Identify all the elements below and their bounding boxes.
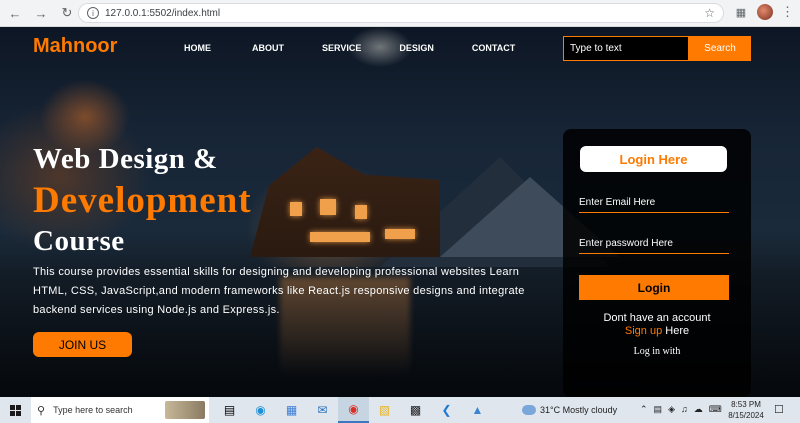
forward-icon[interactable]: → (30, 2, 52, 24)
taskbar-search[interactable]: ⚲ Type here to search (31, 397, 209, 423)
nav-contact[interactable]: CONTACT (472, 43, 515, 53)
store-icon[interactable]: ▦ (276, 397, 307, 423)
hero-description: This course provides essential skills fo… (33, 266, 525, 316)
page-viewport: Mahnoor HOME ABOUT SERVICE DESIGN CONTAC… (0, 27, 800, 397)
mail-icon[interactable]: ✉ (307, 397, 338, 423)
search-bar: Search (563, 36, 751, 61)
start-button[interactable] (0, 397, 30, 423)
email-field[interactable] (579, 193, 729, 213)
search-input[interactable] (563, 36, 689, 61)
nav-design[interactable]: DESIGN (399, 43, 434, 53)
taskbar-search-placeholder: Type here to search (53, 405, 133, 415)
edge-icon[interactable]: ◉ (245, 397, 276, 423)
url-text: 127.0.0.1:5502/index.html (105, 7, 221, 19)
notification-icon[interactable]: ☐ (774, 403, 784, 416)
cloud-icon (522, 405, 536, 415)
onedrive-icon[interactable]: ☁ (694, 404, 703, 415)
hero-title-line2: Development (33, 180, 252, 221)
volume-icon[interactable]: ♫ (681, 404, 688, 415)
reload-icon[interactable]: ↻ (56, 2, 78, 24)
extensions-icon[interactable]: ▦ (733, 4, 749, 20)
site-logo[interactable]: Mahnoor (33, 35, 117, 58)
system-tray: ⌃ ▤ ◈ ♫ ☁ ⌨ (640, 404, 722, 415)
windows-logo-icon (9, 404, 21, 416)
clock-time: 8:53 PM (731, 400, 761, 409)
signup-suffix: Here (662, 325, 690, 337)
signup-link[interactable]: Sign up (625, 325, 662, 337)
login-form: Login Here Login Dont have an account Si… (563, 129, 751, 397)
signup-prompt: Dont have an account Sign up Here (563, 312, 751, 338)
hero-title-line3: Course (33, 225, 125, 257)
address-bar[interactable]: i 127.0.0.1:5502/index.html ☆ (78, 3, 724, 23)
browser-menu-icon[interactable]: ⋮ (781, 4, 794, 20)
back-icon[interactable]: ← (4, 2, 26, 24)
keyboard-icon[interactable]: ⌨ (709, 404, 722, 415)
no-account-text: Dont have an account (603, 312, 711, 324)
photos-icon[interactable]: ▲ (462, 397, 493, 423)
search-highlight-image (165, 401, 205, 419)
chrome-icon[interactable]: ◉ (338, 397, 369, 423)
site-info-icon[interactable]: i (87, 7, 99, 19)
browser-toolbar: ← → ↻ i 127.0.0.1:5502/index.html ☆ ▦ ⋮ (0, 0, 800, 27)
nav-home[interactable]: HOME (184, 43, 211, 53)
nav-service[interactable]: SERVICE (322, 43, 361, 53)
weather-desc: Mostly cloudy (562, 405, 618, 415)
task-view-icon[interactable]: ▤ (214, 397, 245, 423)
clock-date: 8/15/2024 (728, 411, 764, 420)
login-button[interactable]: Login (579, 275, 729, 300)
search-button[interactable]: Search (689, 36, 751, 61)
join-us-button[interactable]: JOIN US (33, 332, 132, 357)
taskbar-clock[interactable]: 8:53 PM 8/15/2024 (724, 399, 768, 421)
weather-temp: 31°C (540, 405, 561, 415)
network-icon[interactable]: ▤ (654, 404, 663, 415)
weather-widget[interactable]: 31°C Mostly cloudy (522, 397, 617, 423)
terminal-icon[interactable]: ▩ (400, 397, 431, 423)
taskbar-apps: ▤ ◉ ▦ ✉ ◉ ▧ ▩ ❮ ▲ (214, 397, 493, 423)
search-icon: ⚲ (37, 404, 46, 417)
bookmark-star-icon[interactable]: ☆ (704, 6, 715, 20)
wifi-icon[interactable]: ◈ (668, 404, 675, 415)
password-field[interactable] (579, 234, 729, 254)
hero-title-line1: Web Design & (33, 143, 218, 175)
taskbar: ⚲ Type here to search ▤ ◉ ▦ ✉ ◉ ▧ ▩ ❮ ▲ … (0, 397, 800, 423)
profile-avatar[interactable] (757, 4, 773, 20)
main-nav: HOME ABOUT SERVICE DESIGN CONTACT (180, 43, 515, 53)
login-with-text: Log in with (633, 346, 681, 357)
file-explorer-icon[interactable]: ▧ (369, 397, 400, 423)
vscode-icon[interactable]: ❮ (431, 397, 462, 423)
nav-about[interactable]: ABOUT (252, 43, 284, 53)
chevron-up-icon[interactable]: ⌃ (640, 404, 648, 415)
login-heading: Login Here (580, 146, 727, 172)
